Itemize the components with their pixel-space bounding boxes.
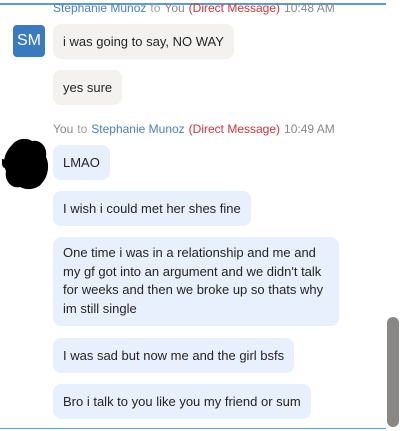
sender-name: You — [53, 122, 74, 136]
message-text: yes sure — [63, 80, 113, 95]
message-text: i was going to say, NO WAY — [63, 34, 224, 49]
message-text: One time i was in a relationship and me … — [63, 245, 324, 316]
direct-message-label: (Direct Message) — [188, 122, 281, 136]
sender-name[interactable]: Stephanie Munoz — [53, 1, 146, 15]
message-text: I was sad but now me and the girl bsfs — [63, 348, 285, 363]
timestamp: 10:48 AM — [284, 1, 335, 15]
message-bubble[interactable]: One time i was in a relationship and me … — [53, 237, 339, 326]
recipient-name: You — [164, 1, 185, 15]
timestamp: 10:49 AM — [284, 122, 335, 136]
message-text: LMAO — [63, 155, 100, 170]
message-bubble[interactable]: LMAO — [53, 145, 110, 180]
bottom-divider — [0, 428, 400, 429]
message-text: I wish i could met her shes fine — [63, 201, 241, 216]
incoming-header: Stephanie Munoz to You (Direct Message) 10:4… — [53, 1, 335, 15]
to-label: to — [77, 122, 88, 136]
to-label: to — [150, 1, 161, 15]
message-bubble[interactable]: I was sad but now me and the girl bsfs — [53, 338, 295, 373]
message-text: Bro i talk to you like you my friend or … — [63, 394, 301, 409]
message-bubble[interactable]: yes sure — [53, 70, 123, 105]
direct-message-label: (Direct Message) — [188, 1, 281, 15]
avatar[interactable]: SM — [13, 25, 45, 57]
message-bubble[interactable]: I wish i could met her shes fine — [53, 191, 251, 226]
scrollbar-thumb[interactable] — [387, 317, 399, 427]
recipient-name[interactable]: Stephanie Munoz — [91, 122, 184, 136]
avatar[interactable] — [2, 137, 50, 191]
message-bubble[interactable]: i was going to say, NO WAY — [53, 24, 234, 59]
outgoing-header: You to Stephanie Munoz (Direct Message) 10:4… — [53, 122, 335, 136]
message-bubble[interactable]: Bro i talk to you like you my friend or … — [53, 384, 311, 419]
